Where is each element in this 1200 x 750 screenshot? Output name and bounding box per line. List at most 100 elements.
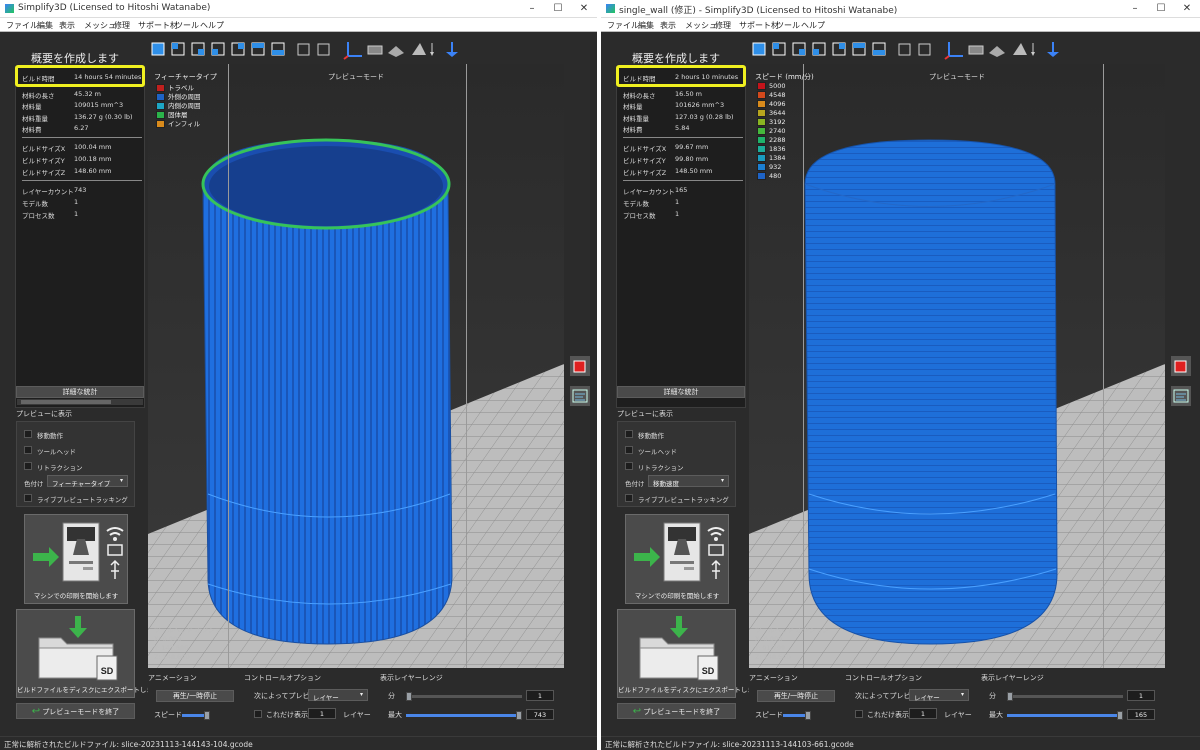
- menu-edit[interactable]: 編集: [37, 20, 53, 31]
- preview-by-select[interactable]: レイヤー ▾: [909, 689, 969, 702]
- legend-item: インフィル: [156, 118, 200, 128]
- toolbar: [751, 40, 1081, 60]
- speed-slider[interactable]: [783, 711, 811, 720]
- legend-label: 480: [769, 172, 782, 180]
- export-button[interactable]: SD ビルドファイルをディスクにエクスポートします: [16, 609, 160, 698]
- export-label: ビルドファイルをディスクにエクスポートします: [17, 686, 160, 694]
- menu-support[interactable]: サポート材: [138, 20, 178, 31]
- preview-viewport[interactable]: プレビューモード スピード (mm/分) 5000 4548 4096 3644…: [749, 64, 1165, 668]
- legend-item: 5000: [757, 82, 786, 91]
- stat-value: 99.80 mm: [675, 155, 709, 163]
- slider-knob[interactable]: [516, 711, 522, 720]
- menu-tools[interactable]: ツール: [175, 20, 199, 31]
- maximize-button[interactable]: ☐: [1148, 1, 1174, 16]
- checkbox-toolhead[interactable]: [625, 446, 633, 454]
- horizontal-scrollbar[interactable]: [17, 399, 143, 405]
- menu-view[interactable]: 表示: [660, 20, 676, 31]
- arrow-down-icon: [670, 628, 688, 638]
- menu-help[interactable]: ヘルプ: [200, 20, 224, 31]
- menu-mesh[interactable]: メッシュ: [685, 20, 717, 31]
- arrow-right-icon: [33, 547, 59, 567]
- toolhead-x: X: 0.000: [154, 635, 182, 643]
- preview-viewport[interactable]: プレビューモード フィーチャータイプ トラベル 外側の周囲 内側の周囲 固体層 …: [148, 64, 564, 668]
- close-button[interactable]: ✕: [571, 1, 597, 16]
- detail-stats-button[interactable]: 詳細な統計: [617, 386, 745, 398]
- min-spin[interactable]: 1: [526, 690, 554, 701]
- wifi-icon: [106, 527, 124, 536]
- menu-file[interactable]: ファイル: [6, 20, 38, 31]
- play-pause-button[interactable]: 再生/一時停止: [757, 690, 835, 702]
- only-show-spin[interactable]: 1: [308, 708, 336, 719]
- toolhead-z: Z: 148.600: [154, 653, 190, 661]
- legend-item: 外側の周囲: [156, 91, 201, 101]
- menu-mesh[interactable]: メッシュ: [84, 20, 116, 31]
- slider-knob[interactable]: [1007, 692, 1013, 701]
- legend-item: トラベル: [156, 82, 194, 92]
- menu-tools[interactable]: ツール: [776, 20, 800, 31]
- max-slider[interactable]: [406, 711, 522, 720]
- max-label: 最大: [989, 711, 1003, 719]
- checkbox-only-show[interactable]: [254, 710, 262, 718]
- end-preview-button[interactable]: ↩ プレビューモードを終了: [16, 703, 135, 719]
- back-arrow-icon: ↩: [632, 706, 642, 717]
- export-button[interactable]: SD ビルドファイルをディスクにエクスポートします: [617, 609, 760, 698]
- cube-view-icon: [191, 42, 205, 56]
- slider-knob[interactable]: [805, 711, 811, 720]
- max-spin[interactable]: 743: [526, 709, 554, 720]
- checkbox-retraction[interactable]: [24, 462, 32, 470]
- preview-by-value: レイヤー: [313, 694, 339, 702]
- maximize-button[interactable]: ☐: [545, 1, 571, 16]
- start-print-button[interactable]: マシンでの印刷を開始します: [24, 514, 128, 604]
- color-by-select[interactable]: フィーチャータイプ ▾: [47, 475, 128, 488]
- preview-options-panel: 移動動作 ツールヘッド リトラクション 色付け フィーチャータイプ ▾ ライブプレ…: [16, 421, 135, 507]
- checkbox-travel[interactable]: [625, 430, 633, 438]
- slider-knob[interactable]: [1117, 711, 1123, 720]
- menu-repair[interactable]: 修理: [114, 20, 130, 31]
- legend-item: 2740: [757, 127, 786, 136]
- menu-help[interactable]: ヘルプ: [801, 20, 825, 31]
- menu-repair[interactable]: 修理: [715, 20, 731, 31]
- minimize-button[interactable]: –: [519, 1, 545, 16]
- menu-file[interactable]: ファイル: [607, 20, 639, 31]
- checkbox-live-tracking[interactable]: [24, 494, 32, 502]
- animation-title: アニメーション: [148, 674, 197, 682]
- legend-swatch: [757, 154, 766, 162]
- max-slider[interactable]: [1007, 711, 1123, 720]
- min-spin[interactable]: 1: [1127, 690, 1155, 701]
- end-preview-label: プレビューモードを終了: [42, 708, 120, 716]
- min-slider[interactable]: [406, 692, 522, 701]
- min-slider[interactable]: [1007, 692, 1123, 701]
- stat-key: 材料量: [623, 103, 643, 111]
- color-by-select[interactable]: 移動速度 ▾: [648, 475, 729, 488]
- slider-knob[interactable]: [204, 711, 210, 720]
- checkbox-retraction[interactable]: [625, 462, 633, 470]
- max-spin[interactable]: 165: [1127, 709, 1155, 720]
- start-print-button[interactable]: マシンでの印刷を開始します: [625, 514, 729, 604]
- checkbox-only-show[interactable]: [855, 710, 863, 718]
- menu-edit[interactable]: 編集: [638, 20, 654, 31]
- svg-text:SD: SD: [101, 666, 114, 676]
- max-label: 最大: [388, 711, 402, 719]
- preview-section-label: プレビューに表示: [617, 410, 673, 418]
- checkbox-live-tracking[interactable]: [625, 494, 633, 502]
- toolhead-x: X: 0.000: [755, 635, 783, 643]
- preview-by-select[interactable]: レイヤー ▾: [308, 689, 368, 702]
- stat-row: 材料費 5.84: [617, 122, 743, 134]
- checkbox-toolhead[interactable]: [24, 446, 32, 454]
- speed-slider[interactable]: [182, 711, 210, 720]
- detail-stats-button[interactable]: 詳細な統計: [16, 386, 144, 398]
- close-button[interactable]: ✕: [1174, 1, 1200, 16]
- stat-key: レイヤーカウント: [22, 188, 74, 196]
- legend-item: 3192: [757, 118, 786, 127]
- checkbox-travel[interactable]: [24, 430, 32, 438]
- chevron-down-icon: ▾: [359, 691, 363, 698]
- menu-view[interactable]: 表示: [59, 20, 75, 31]
- slider-knob[interactable]: [406, 692, 412, 701]
- minimize-button[interactable]: –: [1122, 1, 1148, 16]
- checkbox-label: ツールヘッド: [638, 448, 677, 456]
- only-show-spin[interactable]: 1: [909, 708, 937, 719]
- legend-item: 2288: [757, 136, 786, 145]
- play-pause-button[interactable]: 再生/一時停止: [156, 690, 234, 702]
- end-preview-button[interactable]: ↩ プレビューモードを終了: [617, 703, 736, 719]
- menu-support[interactable]: サポート材: [739, 20, 779, 31]
